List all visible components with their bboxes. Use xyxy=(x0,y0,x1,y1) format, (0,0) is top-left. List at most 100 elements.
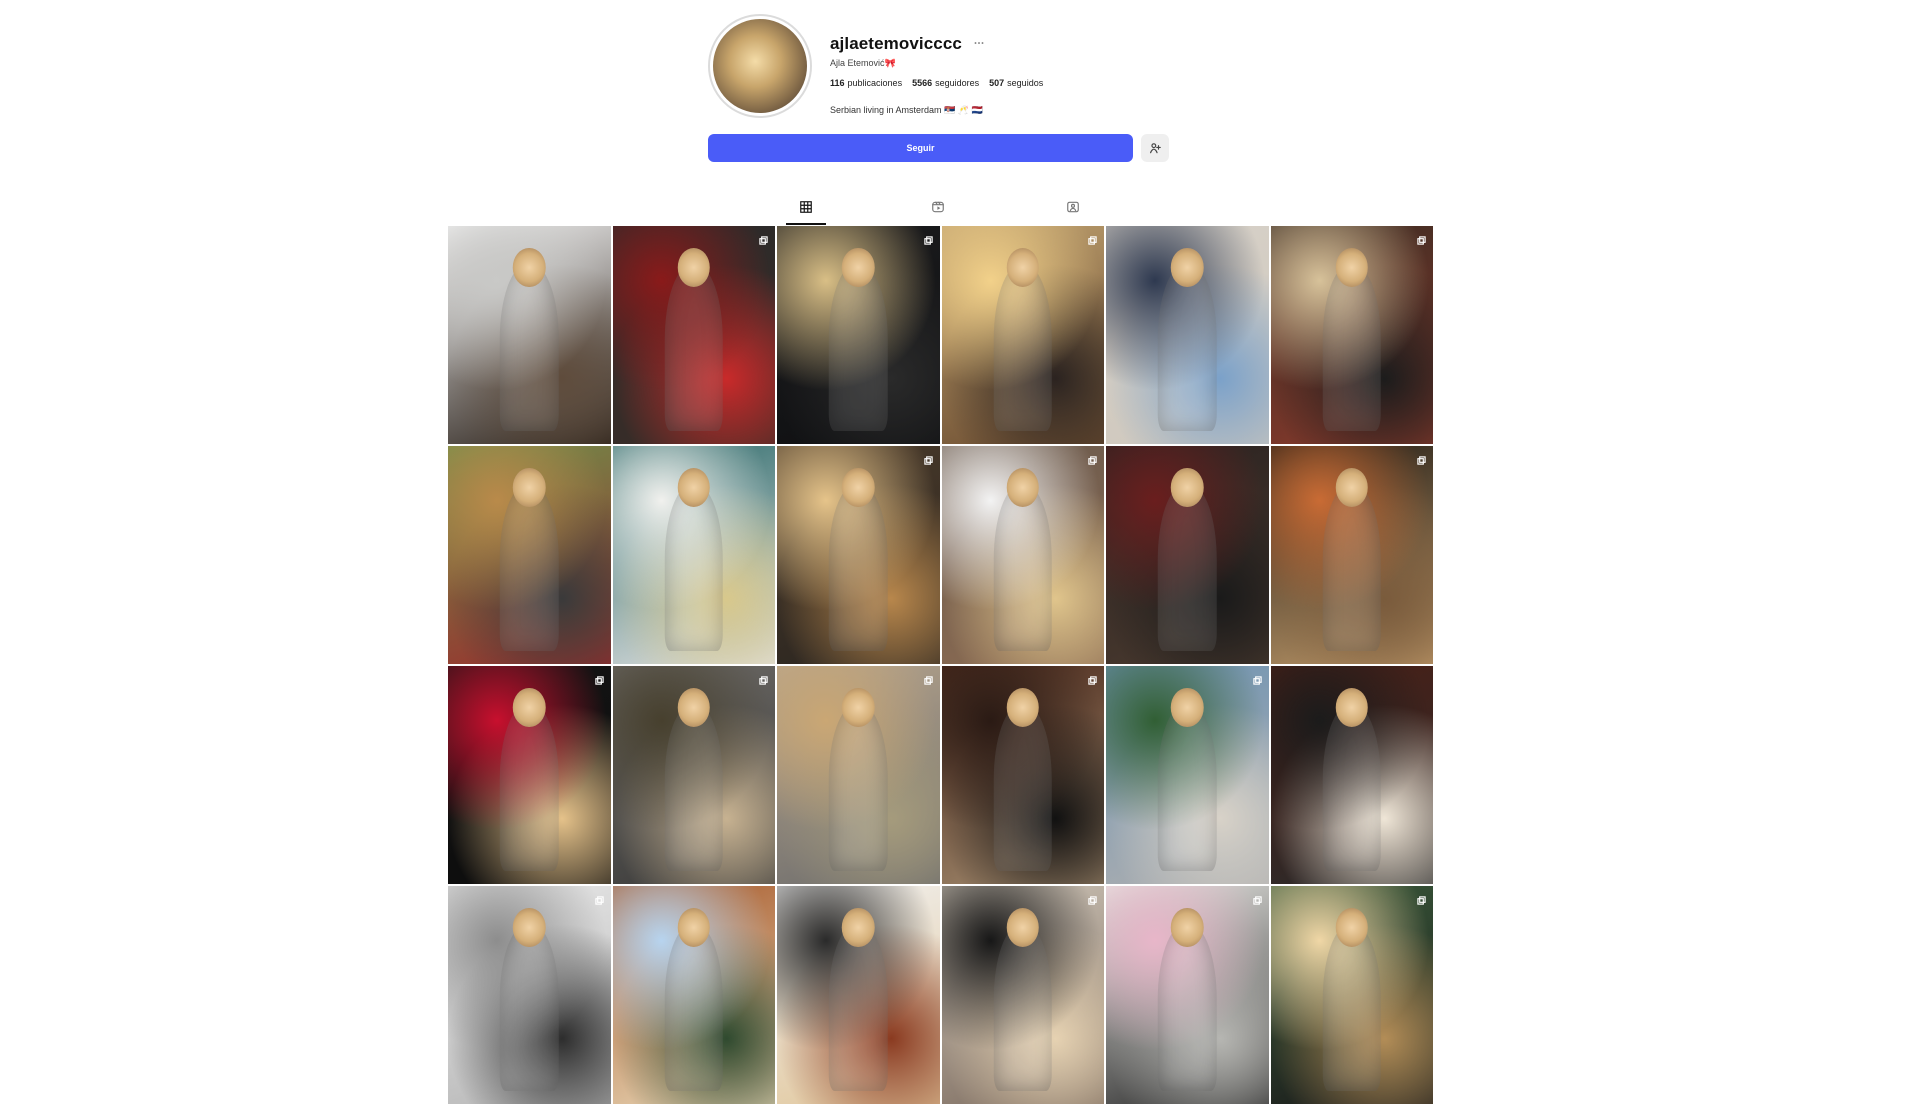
carousel-icon xyxy=(1088,452,1097,465)
post-tile[interactable] xyxy=(1106,446,1269,664)
carousel-icon xyxy=(923,452,933,465)
post-subject-silhouette xyxy=(1322,705,1381,871)
profile-info: ajlaetemovicccc Ajla Etemović🎀 116 public… xyxy=(830,34,1160,116)
post-subject-silhouette xyxy=(500,265,559,431)
post-tile[interactable] xyxy=(1270,886,1433,1104)
post-subject-head xyxy=(513,687,546,728)
post-tile[interactable] xyxy=(941,226,1104,444)
post-tile[interactable] xyxy=(1106,226,1269,444)
post-subject-head xyxy=(842,247,875,288)
post-tile[interactable] xyxy=(941,886,1104,1104)
posts-grid xyxy=(448,226,1433,1104)
post-tile[interactable] xyxy=(777,226,940,444)
post-subject-head xyxy=(677,247,710,288)
username-row: ajlaetemovicccc xyxy=(830,34,1160,54)
post-tile[interactable] xyxy=(612,226,775,444)
carousel-icon xyxy=(1417,452,1426,465)
post-subject-head xyxy=(1006,907,1039,948)
post-subject-head xyxy=(1335,467,1368,508)
post-tile[interactable] xyxy=(612,886,775,1104)
ellipsis-icon[interactable] xyxy=(972,36,986,52)
stat-posts-label: publicaciones xyxy=(847,78,903,88)
tab-tagged[interactable] xyxy=(1053,195,1093,223)
stat-posts[interactable]: 116 publicaciones xyxy=(830,78,902,88)
profile-tabs xyxy=(708,195,1178,225)
post-tile[interactable] xyxy=(777,446,940,664)
carousel-icon xyxy=(1417,892,1426,905)
post-subject-silhouette xyxy=(1322,485,1381,651)
profile-stats: 116 publicaciones 5566 seguidores 507 segui… xyxy=(830,78,1160,88)
carousel-icon xyxy=(1088,232,1097,245)
post-subject-head xyxy=(1335,247,1368,288)
post-subject-silhouette xyxy=(1158,925,1217,1091)
carousel-icon xyxy=(923,232,933,245)
post-tile[interactable] xyxy=(612,666,775,884)
post-subject-silhouette xyxy=(829,485,888,651)
tab-posts[interactable] xyxy=(786,195,826,225)
post-subject-silhouette xyxy=(500,925,559,1091)
carousel-icon xyxy=(1088,892,1097,905)
post-subject-head xyxy=(1006,687,1039,728)
tab-reels[interactable] xyxy=(918,195,958,223)
post-tile[interactable] xyxy=(941,666,1104,884)
post-subject-head xyxy=(1006,247,1039,288)
post-subject-head xyxy=(1171,687,1204,728)
avatar-image xyxy=(713,19,807,113)
profile-username: ajlaetemovicccc xyxy=(830,34,962,53)
post-subject-head xyxy=(842,687,875,728)
post-subject-head xyxy=(1335,907,1368,948)
post-subject-silhouette xyxy=(993,485,1052,651)
stat-following-label: seguidos xyxy=(1007,78,1044,88)
add-person-icon[interactable] xyxy=(1141,134,1169,162)
post-tile[interactable] xyxy=(1106,666,1269,884)
post-subject-head xyxy=(677,687,710,728)
post-subject-silhouette xyxy=(829,705,888,871)
post-subject-head xyxy=(1171,907,1204,948)
stat-posts-value: 116 xyxy=(830,78,845,88)
post-subject-silhouette xyxy=(993,265,1052,431)
post-subject-silhouette xyxy=(1322,925,1381,1091)
post-tile[interactable] xyxy=(448,226,611,444)
post-tile[interactable] xyxy=(1270,666,1433,884)
stat-followers-label: seguidores xyxy=(935,78,980,88)
post-tile[interactable] xyxy=(448,886,611,1104)
stat-followers-value: 5566 xyxy=(912,78,933,88)
carousel-icon xyxy=(759,232,768,245)
profile-avatar[interactable] xyxy=(708,14,812,118)
post-subject-silhouette xyxy=(1158,265,1217,431)
carousel-icon xyxy=(759,672,768,685)
post-tile[interactable] xyxy=(1106,886,1269,1104)
post-tile[interactable] xyxy=(941,446,1104,664)
post-subject-silhouette xyxy=(500,485,559,651)
post-subject-silhouette xyxy=(993,925,1052,1091)
post-subject-head xyxy=(1171,467,1204,508)
follow-button[interactable]: Seguir xyxy=(708,134,1133,162)
post-subject-silhouette xyxy=(664,705,723,871)
post-tile[interactable] xyxy=(777,666,940,884)
post-subject-silhouette xyxy=(664,925,723,1091)
stat-followers[interactable]: 5566 seguidores xyxy=(912,78,979,88)
post-subject-head xyxy=(1335,687,1368,728)
carousel-icon xyxy=(1252,892,1262,905)
post-subject-head xyxy=(513,467,546,508)
post-tile[interactable] xyxy=(448,446,611,664)
stat-following-value: 507 xyxy=(989,78,1005,88)
carousel-icon xyxy=(1252,672,1262,685)
post-subject-head xyxy=(1006,467,1039,508)
post-subject-silhouette xyxy=(993,705,1052,871)
post-subject-head xyxy=(513,907,546,948)
post-tile[interactable] xyxy=(777,886,940,1104)
post-tile[interactable] xyxy=(612,446,775,664)
post-subject-head xyxy=(842,467,875,508)
stat-following[interactable]: 507 seguidos xyxy=(989,78,1043,88)
profile-header: ajlaetemovicccc Ajla Etemović🎀 116 public… xyxy=(708,14,1178,164)
profile-page: ajlaetemovicccc Ajla Etemović🎀 116 public… xyxy=(0,0,1920,1104)
post-subject-silhouette xyxy=(829,925,888,1091)
post-subject-head xyxy=(842,907,875,948)
post-tile[interactable] xyxy=(448,666,611,884)
post-subject-silhouette xyxy=(664,265,723,431)
post-tile[interactable] xyxy=(1270,446,1433,664)
post-tile[interactable] xyxy=(1270,226,1433,444)
carousel-icon xyxy=(1417,232,1426,245)
post-subject-silhouette xyxy=(500,705,559,871)
